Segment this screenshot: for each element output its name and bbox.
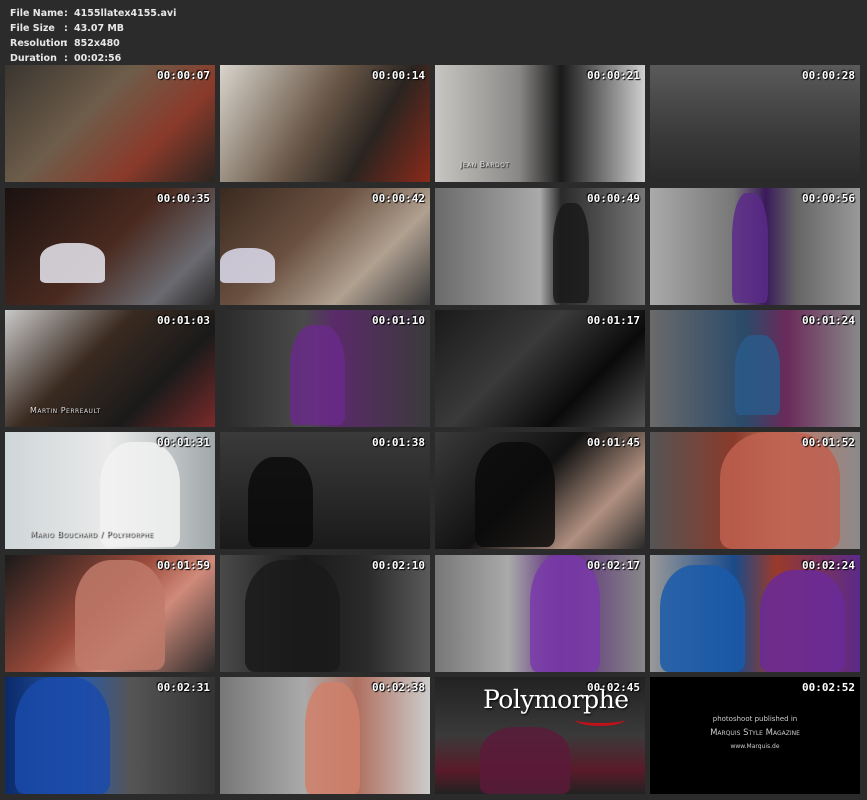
file-size-row: File Size : 43.07 MB <box>10 21 176 36</box>
scene-figure <box>530 555 600 672</box>
timestamp-label: 00:01:59 <box>157 559 210 572</box>
end-card-line3: www.Marquis.de <box>730 743 780 750</box>
duration-label: Duration <box>10 53 57 64</box>
scene-figure <box>660 565 745 672</box>
timestamp-label: 00:00:14 <box>372 69 425 82</box>
timestamp-label: 00:00:42 <box>372 192 425 205</box>
timestamp-label: 00:02:24 <box>802 559 855 572</box>
file-name-row: File Name : 4155llatex4155.avi <box>10 6 176 21</box>
end-card-text: photoshoot published in Marquis Style Mag… <box>650 715 860 755</box>
timestamp-label: 00:00:56 <box>802 192 855 205</box>
timestamp-label: 00:02:10 <box>372 559 425 572</box>
scene-figure <box>290 325 345 425</box>
timestamp-label: 00:00:28 <box>802 69 855 82</box>
video-thumbnail: 00:00:21 Jean Bardot <box>435 65 645 182</box>
scene-figure <box>732 193 768 303</box>
polymorphe-logo: Polymorphe <box>483 685 629 714</box>
resolution-label: Resolution <box>10 38 68 49</box>
scene-figure <box>40 243 105 283</box>
video-thumbnail: 00:01:17 <box>435 310 645 427</box>
duration-row: Duration : 00:02:56 <box>10 51 176 66</box>
file-name-value: 4155llatex4155.avi <box>74 8 177 19</box>
file-info-panel: File Name : 4155llatex4155.avi File Size… <box>10 6 176 66</box>
video-thumbnail: 00:02:17 <box>435 555 645 672</box>
separator: : <box>64 8 68 19</box>
video-thumbnail: 00:00:07 <box>5 65 215 182</box>
separator: : <box>64 23 68 34</box>
video-thumbnail: 00:01:45 <box>435 432 645 549</box>
video-thumbnail: 00:01:24 <box>650 310 860 427</box>
video-thumbnail: 00:01:03 Martin Perreault <box>5 310 215 427</box>
scene-figure <box>245 560 340 672</box>
scene-figure <box>475 442 555 547</box>
video-thumbnail: 00:01:10 <box>220 310 430 427</box>
timestamp-label: 00:00:35 <box>157 192 210 205</box>
timestamp-label: 00:01:17 <box>587 314 640 327</box>
timestamp-label: 00:01:52 <box>802 436 855 449</box>
file-name-label: File Name <box>10 8 64 19</box>
video-thumbnail: 00:01:52 <box>650 432 860 549</box>
scene-figure <box>720 432 840 549</box>
video-caption: Mario Bouchard / Polymorphe <box>30 530 154 539</box>
logo-swoosh-icon <box>575 713 625 726</box>
video-thumbnail: 00:02:24 <box>650 555 860 672</box>
scene-figure <box>760 570 845 672</box>
timestamp-label: 00:01:31 <box>157 436 210 449</box>
timestamp-label: 00:02:38 <box>372 681 425 694</box>
scene-figure <box>15 677 110 794</box>
video-thumbnail: 00:00:42 <box>220 188 430 305</box>
video-thumbnail: 00:02:10 <box>220 555 430 672</box>
scene-figure <box>75 560 165 670</box>
resolution-value: 852x480 <box>74 38 120 49</box>
video-caption: Martin Perreault <box>30 406 101 415</box>
video-thumbnail: 00:00:49 <box>435 188 645 305</box>
timestamp-label: 00:01:38 <box>372 436 425 449</box>
video-thumbnail: 00:01:31 Mario Bouchard / Polymorphe <box>5 432 215 549</box>
video-thumbnail: 00:00:35 <box>5 188 215 305</box>
video-caption: Jean Bardot <box>460 160 510 169</box>
video-thumbnail: 00:01:59 <box>5 555 215 672</box>
scene-figure <box>305 682 360 794</box>
scene-figure <box>480 727 570 794</box>
file-size-value: 43.07 MB <box>74 23 125 34</box>
resolution-row: Resolution : 852x480 <box>10 36 176 51</box>
timestamp-label: 00:00:07 <box>157 69 210 82</box>
video-thumbnail: 00:02:52 photoshoot published in Marquis S… <box>650 677 860 794</box>
scene-figure <box>553 203 589 303</box>
separator: : <box>64 53 68 64</box>
timestamp-label: 00:00:49 <box>587 192 640 205</box>
scene-figure <box>220 248 275 283</box>
timestamp-label: 00:02:17 <box>587 559 640 572</box>
duration-value: 00:02:56 <box>74 53 122 64</box>
video-thumbnail: 00:02:45 Polymorphe <box>435 677 645 794</box>
timestamp-label: 00:01:45 <box>587 436 640 449</box>
timestamp-label: 00:01:10 <box>372 314 425 327</box>
end-card-line1: photoshoot published in <box>712 715 798 723</box>
timestamp-label: 00:01:03 <box>157 314 210 327</box>
scene-figure <box>735 335 780 415</box>
thumbnail-grid: 00:00:07 00:00:14 00:00:21 Jean Bardot 00:00… <box>5 65 862 795</box>
video-thumbnail: 00:01:38 <box>220 432 430 549</box>
timestamp-label: 00:02:52 <box>802 681 855 694</box>
video-thumbnail: 00:00:56 <box>650 188 860 305</box>
timestamp-label: 00:00:21 <box>587 69 640 82</box>
video-thumbnail: 00:02:31 <box>5 677 215 794</box>
timestamp-label: 00:02:31 <box>157 681 210 694</box>
separator: : <box>64 38 68 49</box>
timestamp-label: 00:01:24 <box>802 314 855 327</box>
video-thumbnail: 00:00:28 <box>650 65 860 182</box>
video-thumbnail: 00:00:14 <box>220 65 430 182</box>
scene-figure <box>248 457 313 547</box>
end-card-line2: Marquis Style Magazine <box>710 728 800 738</box>
file-size-label: File Size <box>10 23 55 34</box>
video-thumbnail: 00:02:38 <box>220 677 430 794</box>
